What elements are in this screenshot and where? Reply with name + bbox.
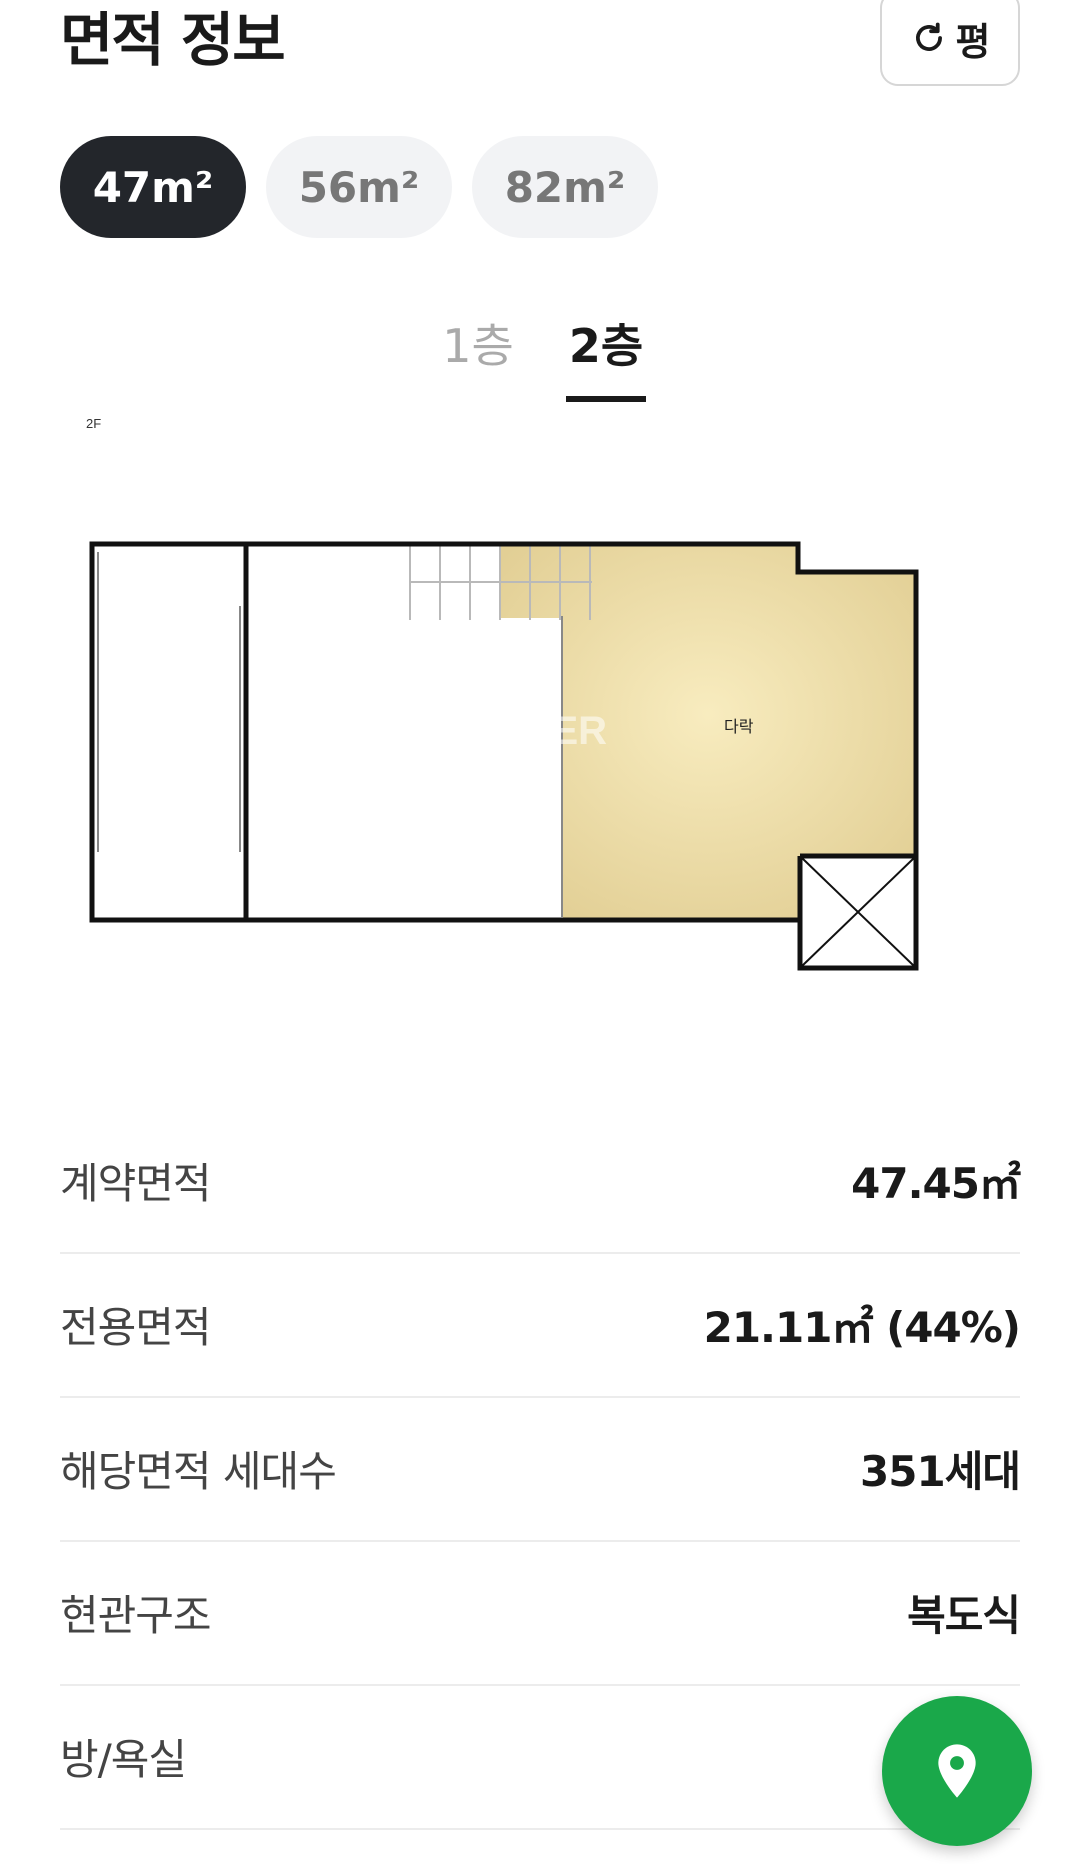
- floor-label: 2F: [86, 416, 101, 431]
- info-value: 복도식: [907, 1591, 1021, 1640]
- refresh-icon: [915, 22, 942, 51]
- info-row-entrance-type: 현관구조 복도식: [60, 1542, 1021, 1686]
- area-chip-group: 47m² 56m² 82m²: [60, 136, 658, 238]
- area-chip-47[interactable]: 47m²: [60, 136, 246, 238]
- info-label: 해당면적 세대수: [60, 1447, 337, 1496]
- tab-floor-2-label: 2층: [568, 319, 644, 373]
- unit-toggle-label: 평: [955, 19, 991, 64]
- info-value: 21.11㎡ (44%): [703, 1303, 1021, 1352]
- map-location-button[interactable]: [882, 1696, 1032, 1846]
- info-row-household-count: 해당면적 세대수 351세대: [60, 1398, 1021, 1542]
- floorplan-image: 2F NAVER 다락: [86, 416, 919, 971]
- info-value: 351세대: [860, 1447, 1021, 1496]
- active-tab-indicator: [566, 396, 646, 402]
- info-row-exclusive-area: 전용면적 21.11㎡ (44%): [60, 1254, 1021, 1398]
- info-label: 전용면적: [60, 1303, 212, 1352]
- area-info-page: 면적 정보 평 47m² 56m² 82m² 1층 2층 2F NAVER 다락…: [0, 0, 1080, 1864]
- area-info-list: 계약면적 47.45㎡ 전용면적 21.11㎡ (44%) 해당면적 세대수 3…: [60, 1110, 1021, 1830]
- header: 면적 정보 평: [60, 0, 1020, 110]
- unit-toggle-button[interactable]: 평: [880, 0, 1020, 86]
- info-value: 47.45㎡: [851, 1159, 1021, 1208]
- info-label: 현관구조: [60, 1591, 212, 1640]
- info-row-contract-area: 계약면적 47.45㎡: [60, 1110, 1021, 1254]
- info-label: 계약면적: [60, 1159, 212, 1208]
- page-title: 면적 정보: [60, 6, 286, 74]
- tab-floor-1[interactable]: 1층: [438, 306, 518, 386]
- area-chip-82[interactable]: 82m²: [472, 136, 658, 238]
- tab-floor-2[interactable]: 2층: [566, 306, 646, 402]
- info-label: 방/욕실: [60, 1735, 187, 1784]
- tab-floor-1-label: 1층: [442, 319, 514, 373]
- info-row-rooms-baths: 방/욕실: [60, 1686, 1020, 1830]
- watermark: NAVER: [470, 709, 607, 753]
- floor-tabs: 1층 2층: [0, 306, 1080, 406]
- room-label-attic: 다락: [724, 717, 754, 736]
- shaft-cross: [801, 857, 915, 967]
- location-pin-icon: [938, 1744, 976, 1798]
- area-chip-56[interactable]: 56m²: [266, 136, 452, 238]
